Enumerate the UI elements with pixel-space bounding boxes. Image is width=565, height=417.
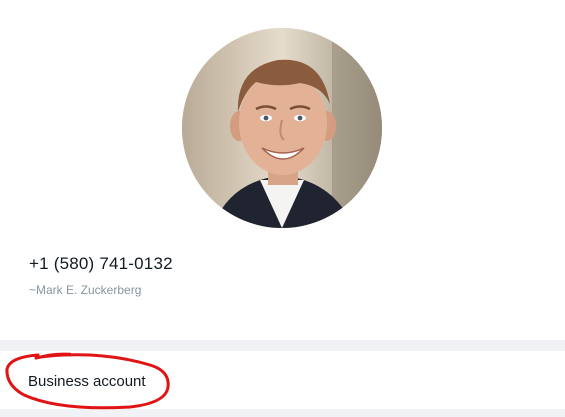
business-section: Business account [0, 351, 565, 409]
contact-pushname: ~Mark E. Zuckerberg [29, 283, 142, 297]
phone-number: +1 (580) 741-0132 [29, 254, 173, 273]
profile-photo-icon [182, 28, 382, 228]
profile-photo[interactable] [182, 28, 382, 228]
profile-card: +1 (580) 741-0132 ~Mark E. Zuckerberg [0, 0, 565, 340]
business-account-label: Business account [28, 373, 146, 390]
